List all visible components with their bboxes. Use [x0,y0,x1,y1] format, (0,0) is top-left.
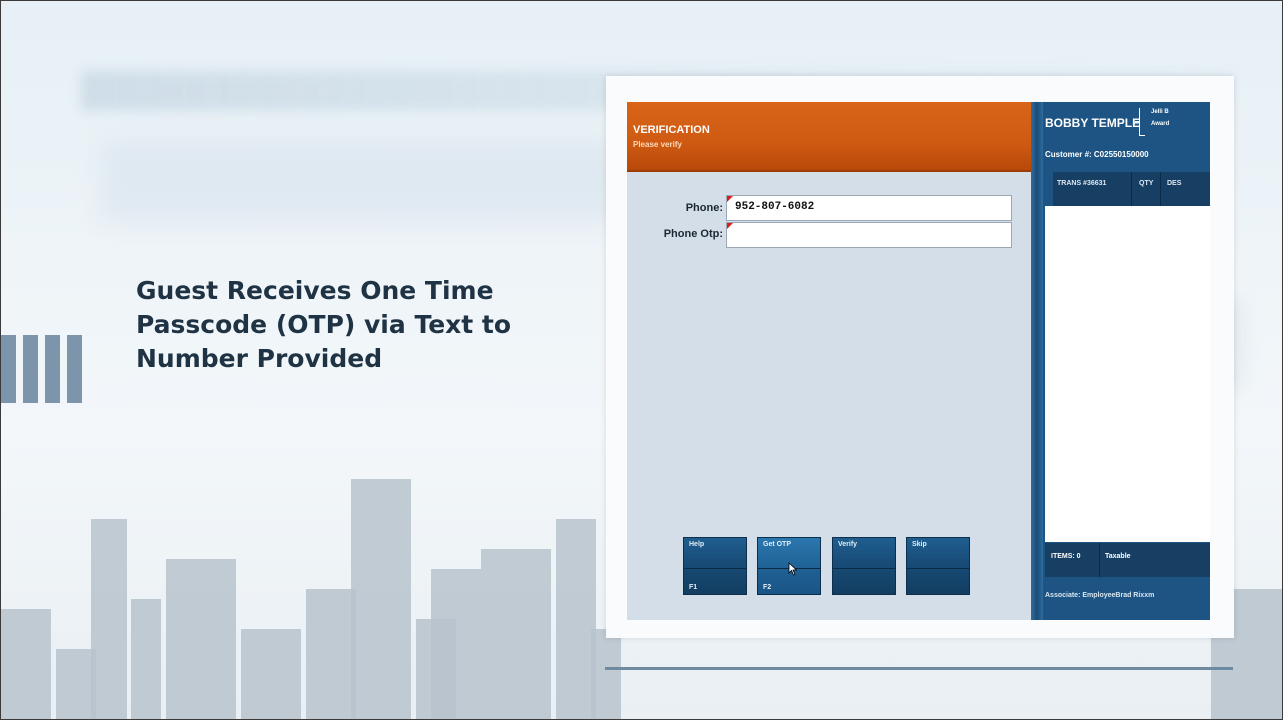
slide: Guest Receives One Time Passcode (OTP) v… [0,0,1283,720]
award-brace [1135,108,1148,136]
button-divider [833,568,895,569]
help-button[interactable]: Help F1 [683,537,747,595]
column-header-trans: TRANS #36631 [1057,180,1107,187]
get-otp-key-label: F2 [763,584,772,591]
skip-button-label: Skip [912,541,927,548]
award-line-2: Award [1151,121,1170,127]
column-header-desc: DES [1167,180,1182,187]
verify-button-label: Verify [838,541,858,548]
column-separator [1160,172,1161,206]
verification-title: VERIFICATION [633,124,710,136]
column-header-qty: QTY [1139,180,1154,187]
column-separator [1131,172,1132,206]
frame-underline [605,667,1233,670]
phone-otp-label: Phone Otp: [663,228,723,240]
taxable-label: Taxable [1105,553,1131,560]
help-key-label: F1 [689,584,698,591]
award-line-1: Jelli B [1151,109,1169,115]
customer-number: Customer #: C02550150000 [1045,150,1149,159]
skip-button[interactable]: Skip [906,537,970,595]
totals-separator [1099,543,1100,577]
button-divider [907,568,969,569]
totals-bar: ITEMS: 0 Taxable [1045,543,1210,577]
verification-panel: VERIFICATION Please verify Phone: 952-80… [627,102,1031,620]
help-button-label: Help [689,541,705,548]
items-count: ITEMS: 0 [1051,553,1081,560]
get-otp-button-label: Get OTP [763,541,792,548]
customer-name: BOBBY TEMPLE [1045,116,1141,130]
get-otp-button[interactable]: Get OTP F2 [757,537,821,595]
phone-label: Phone: [685,202,723,214]
transaction-grid-header: TRANS #36631 QTY DES [1053,172,1210,206]
verification-header: VERIFICATION Please verify [627,102,1031,172]
background-haze [101,141,621,221]
button-divider [684,568,746,569]
pane-divider [1031,102,1043,620]
associate-label: Associate: EmployeeBrad Rixxm [1045,592,1155,599]
slide-headline: Guest Receives One Time Passcode (OTP) v… [136,276,512,373]
transaction-grid[interactable] [1045,206,1210,542]
mouse-cursor-icon [788,562,798,576]
pos-screen: VERIFICATION Please verify Phone: 952-80… [627,102,1210,620]
customer-panel: BOBBY TEMPLE Jelli B Award Customer #: C… [1043,102,1210,620]
phone-input[interactable]: 952-807-6082 [726,195,1012,221]
verify-button[interactable]: Verify [832,537,896,595]
required-marker-icon [727,196,733,202]
required-marker-icon [727,223,733,229]
verification-subtitle: Please verify [633,140,682,149]
phone-value: 952-807-6082 [735,201,815,213]
phone-otp-input[interactable] [726,222,1012,248]
